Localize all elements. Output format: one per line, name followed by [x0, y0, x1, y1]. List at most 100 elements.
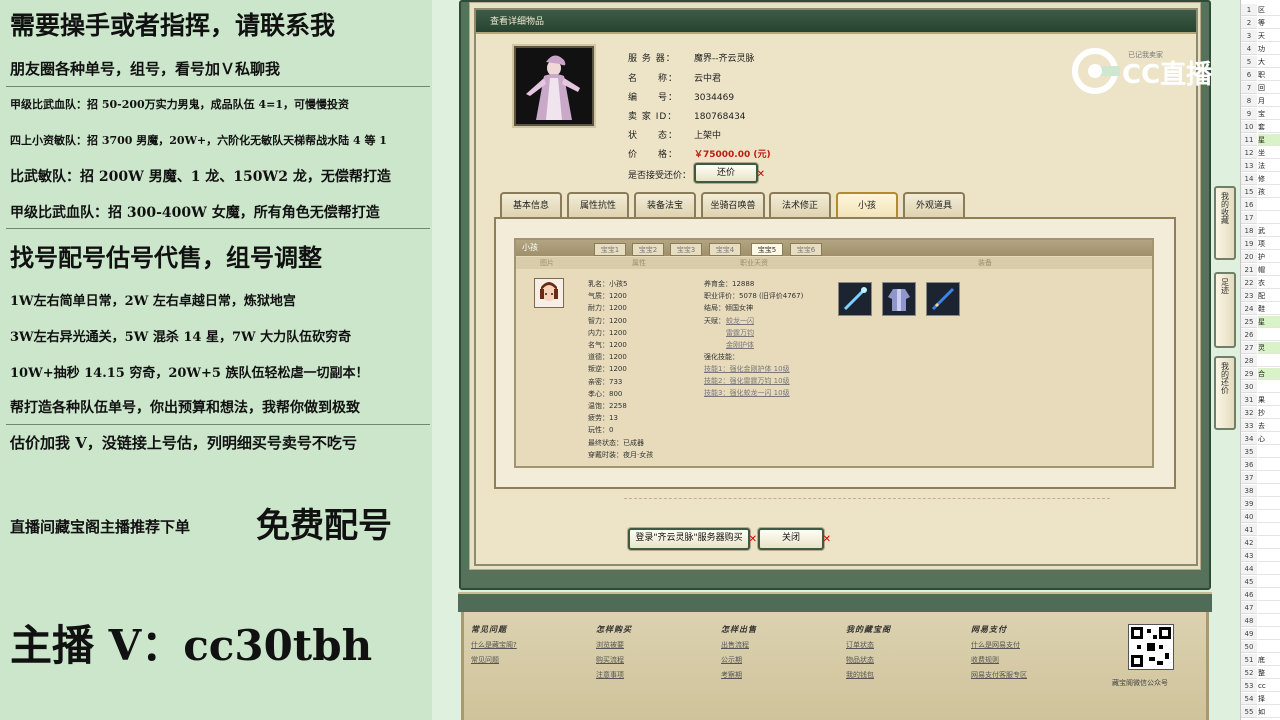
- subtab-baby-6[interactable]: 宝宝6: [790, 243, 822, 256]
- subtab-baby-2[interactable]: 宝宝2: [632, 243, 664, 256]
- sheet-cell[interactable]: 武: [1258, 225, 1280, 237]
- sheet-cell[interactable]: 衣: [1258, 277, 1280, 289]
- footer-link[interactable]: 注意事项: [596, 669, 632, 681]
- enhance-skill-3[interactable]: 技能3：强化蛟龙一闪 10级: [704, 387, 790, 399]
- tab-equipment[interactable]: 装备法宝: [634, 192, 696, 218]
- footer-link[interactable]: 物品状态: [846, 654, 891, 666]
- sheet-cell[interactable]: [1258, 459, 1280, 471]
- footer-link[interactable]: 常见问题: [471, 654, 517, 666]
- sheet-cell[interactable]: 坐: [1258, 147, 1280, 159]
- sheet-cell[interactable]: 回: [1258, 82, 1280, 94]
- sheet-cell[interactable]: 抄: [1258, 407, 1280, 419]
- sheet-cell[interactable]: [1258, 641, 1280, 653]
- footer-link[interactable]: 什么是网易支付: [971, 639, 1027, 651]
- sheet-row-number: 48: [1241, 615, 1257, 627]
- talent-label: 天赋：: [704, 317, 725, 325]
- tab-child[interactable]: 小孩: [836, 192, 898, 218]
- sheet-cell[interactable]: [1258, 589, 1280, 601]
- sheet-cell[interactable]: [1258, 446, 1280, 458]
- sheet-cell[interactable]: [1258, 381, 1280, 393]
- child-panel-title-text: 小孩: [522, 243, 538, 252]
- footer-link[interactable]: 出售流程: [721, 639, 757, 651]
- sheet-cell[interactable]: 宝: [1258, 108, 1280, 120]
- subtab-baby-3[interactable]: 宝宝3: [670, 243, 702, 256]
- sheet-cell[interactable]: [1258, 355, 1280, 367]
- sheet-cell[interactable]: 月: [1258, 95, 1280, 107]
- footer-link[interactable]: 浏览被要: [596, 639, 632, 651]
- footer-link[interactable]: 考察期: [721, 669, 757, 681]
- footer-link[interactable]: 网易支付客服专区: [971, 669, 1027, 681]
- sheet-cell[interactable]: [1258, 563, 1280, 575]
- sheet-cell[interactable]: [1258, 537, 1280, 549]
- sheet-cell[interactable]: 修: [1258, 173, 1280, 185]
- equipment-slot-1[interactable]: [838, 282, 872, 316]
- sheet-cell[interactable]: 整: [1258, 667, 1280, 679]
- sheet-cell[interactable]: 去: [1258, 420, 1280, 432]
- enhance-skill-2[interactable]: 技能2：强化雷霆万钧 10级: [704, 375, 790, 387]
- tab-spell-fix[interactable]: 法术修正: [769, 192, 831, 218]
- sheet-cell[interactable]: [1258, 498, 1280, 510]
- sheet-cell[interactable]: [1258, 576, 1280, 588]
- sheet-cell[interactable]: 等: [1258, 17, 1280, 29]
- tab-basic-info[interactable]: 基本信息: [500, 192, 562, 218]
- tab-mounts-pets[interactable]: 坐骑召唤兽: [701, 192, 765, 218]
- my-favorites-button[interactable]: 我的收藏: [1214, 186, 1236, 260]
- footprints-button[interactable]: 足迹: [1214, 272, 1236, 348]
- sheet-cell[interactable]: 项: [1258, 238, 1280, 250]
- sheet-cell[interactable]: 鞋: [1258, 303, 1280, 315]
- sheet-cell[interactable]: [1258, 524, 1280, 536]
- sheet-cell[interactable]: 大: [1258, 56, 1280, 68]
- sheet-cell[interactable]: 功: [1258, 43, 1280, 55]
- sheet-cell[interactable]: 法: [1258, 160, 1280, 172]
- footer-link[interactable]: 购买流程: [596, 654, 632, 666]
- footer-link[interactable]: 订单状态: [846, 639, 891, 651]
- sheet-cell[interactable]: 帽: [1258, 264, 1280, 276]
- footer-link[interactable]: 公示期: [721, 654, 757, 666]
- sheet-cell[interactable]: [1258, 199, 1280, 211]
- equipment-slot-2[interactable]: [882, 282, 916, 316]
- sheet-cell[interactable]: 灵: [1258, 342, 1280, 354]
- sheet-cell[interactable]: 星: [1258, 134, 1280, 146]
- sheet-cell[interactable]: 如: [1258, 706, 1280, 718]
- sheet-cell[interactable]: 天: [1258, 30, 1280, 42]
- sheet-cell[interactable]: 区: [1258, 4, 1280, 16]
- footer-link[interactable]: 什么是藏宝阁?: [471, 639, 517, 651]
- sheet-cell[interactable]: 择: [1258, 693, 1280, 705]
- tab-attributes[interactable]: 属性抗性: [567, 192, 629, 218]
- subtab-baby-1[interactable]: 宝宝1: [594, 243, 626, 256]
- sheet-cell[interactable]: [1258, 615, 1280, 627]
- subtab-baby-4[interactable]: 宝宝4: [709, 243, 741, 256]
- sheet-cell[interactable]: [1258, 212, 1280, 224]
- sheet-cell[interactable]: [1258, 628, 1280, 640]
- close-button[interactable]: 关闭 ✕: [758, 528, 831, 550]
- subtab-baby-5[interactable]: 宝宝5: [751, 243, 783, 256]
- sheet-cell[interactable]: 果: [1258, 394, 1280, 406]
- equipment-slot-3[interactable]: [926, 282, 960, 316]
- sheet-cell[interactable]: [1258, 472, 1280, 484]
- sheet-cell[interactable]: 星: [1258, 316, 1280, 328]
- footer-link[interactable]: 我的钱包: [846, 669, 891, 681]
- buy-login-button[interactable]: 登录"齐云灵脉"服务器购买 ✕: [628, 528, 757, 550]
- sheet-cell[interactable]: 套: [1258, 121, 1280, 133]
- talent-link-2[interactable]: 雷霆万钧: [726, 327, 754, 339]
- sheet-cell[interactable]: 心: [1258, 433, 1280, 445]
- footer-link[interactable]: 收费规则: [971, 654, 1027, 666]
- sheet-cell[interactable]: 孩: [1258, 186, 1280, 198]
- sheet-cell[interactable]: 护: [1258, 251, 1280, 263]
- sheet-cell[interactable]: [1258, 329, 1280, 341]
- sheet-cell[interactable]: cc: [1258, 680, 1280, 692]
- my-bargains-button[interactable]: 我的还价: [1214, 356, 1236, 430]
- tab-appearance[interactable]: 外观道具: [903, 192, 965, 218]
- talent-link-3[interactable]: 金刚护体: [726, 339, 754, 351]
- sheet-cell[interactable]: [1258, 602, 1280, 614]
- sheet-cell[interactable]: 职: [1258, 69, 1280, 81]
- sheet-cell[interactable]: 合: [1258, 368, 1280, 380]
- enhance-skill-1[interactable]: 技能1：强化金刚护体 10级: [704, 363, 790, 375]
- bargain-button[interactable]: 还价 ✕: [694, 163, 765, 183]
- sheet-cell[interactable]: [1258, 511, 1280, 523]
- talent-link-1[interactable]: 蛟龙一闪: [726, 315, 754, 327]
- sheet-cell[interactable]: [1258, 485, 1280, 497]
- sheet-cell[interactable]: 配: [1258, 290, 1280, 302]
- sheet-cell[interactable]: [1258, 550, 1280, 562]
- sheet-cell[interactable]: 底: [1258, 654, 1280, 666]
